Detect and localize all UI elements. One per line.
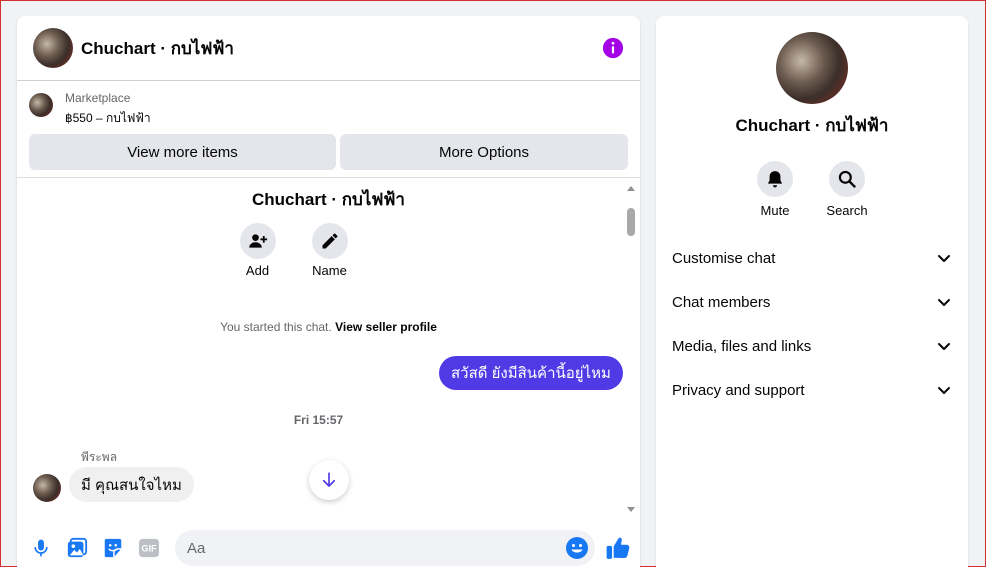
image-icon[interactable] [65,536,89,560]
chat-panel: Chuchart · กบไฟฟ้า Marketplace ฿550 – กบ… [17,16,640,567]
add-action[interactable]: Add [239,223,276,278]
add-person-icon[interactable] [239,223,276,259]
chevron-down-icon [938,299,950,306]
media-files-links-label: Media, files and links [672,337,812,355]
add-label: Add [245,263,270,278]
chat-started-notice: You started this chat. View seller profi… [17,320,640,334]
privacy-support-label: Privacy and support [672,381,805,399]
mute-label: Mute [760,203,790,218]
view-more-items-button[interactable]: View more items [29,134,336,170]
sender-avatar[interactable] [33,474,61,502]
customise-chat-item[interactable]: Customise chat [664,236,960,280]
arrow-down-icon [322,472,336,487]
message-list[interactable]: Chuchart · กบไฟฟ้า Add Name You started … [17,178,640,516]
chat-title[interactable]: Chuchart · กบไฟฟ้า [81,35,602,62]
emoji-icon[interactable] [565,536,589,560]
listing-price[interactable]: ฿550 – กบไฟฟ้า [65,109,151,128]
chevron-down-icon [938,343,950,350]
listing-thumbnail[interactable] [29,93,53,117]
conversation-title: Chuchart · กบไฟฟ้า [252,190,405,209]
message-scrollbar[interactable] [626,186,636,512]
marketplace-label: Marketplace [65,91,131,105]
gif-label: GIF [141,544,157,554]
chevron-down-icon [938,387,950,394]
conversation-actions: Add Name [17,223,640,278]
message-input-wrapper[interactable] [175,530,595,566]
search-action[interactable]: Search [826,161,868,218]
view-seller-profile-link[interactable]: View seller profile [335,320,437,334]
thumbs-up-icon[interactable] [605,535,631,561]
privacy-support-item[interactable]: Privacy and support [664,368,960,412]
gif-icon[interactable]: GIF [137,536,161,560]
chat-avatar[interactable] [33,28,73,68]
pencil-icon[interactable] [311,223,348,259]
conversation-details-panel: Chuchart · กบไฟฟ้า Mute Search Customise… [656,16,968,567]
bell-icon[interactable] [757,161,793,197]
search-label: Search [826,203,868,218]
message-composer: GIF [17,528,640,567]
name-label: Name [312,263,347,278]
details-menu: Customise chat Chat members Media, files… [664,236,960,412]
incoming-message[interactable]: มี คุณสนใจไหม [69,467,194,502]
info-icon[interactable] [602,37,624,59]
profile-name[interactable]: Chuchart · กบไฟฟ้า [656,112,968,139]
sticker-icon[interactable] [101,536,125,560]
scroll-to-bottom-button[interactable] [309,460,349,500]
search-icon[interactable] [829,161,865,197]
chat-started-text: You started this chat. [220,320,332,334]
message-input[interactable] [187,539,547,557]
scrollbar-thumb[interactable] [627,208,635,236]
chevron-down-icon [938,255,950,262]
sender-name: พีระพล [81,450,118,464]
mute-action[interactable]: Mute [756,161,794,218]
name-action[interactable]: Name [311,223,348,278]
customise-chat-label: Customise chat [672,249,776,267]
microphone-icon[interactable] [29,536,53,560]
marketplace-listing: Marketplace ฿550 – กบไฟฟ้า View more ite… [17,81,640,178]
profile-avatar[interactable] [776,32,848,104]
media-files-links-item[interactable]: Media, files and links [664,324,960,368]
message-timestamp: Fri 15:57 [293,413,344,427]
chat-members-item[interactable]: Chat members [664,280,960,324]
profile-actions: Mute Search [756,161,868,218]
scroll-down-arrow-icon[interactable] [627,507,635,512]
chat-header: Chuchart · กบไฟฟ้า [17,16,640,81]
chat-members-label: Chat members [672,293,771,311]
outgoing-message[interactable]: สวัสดี ยังมีสินค้านี้อยู่ไหม [439,356,623,390]
scroll-up-arrow-icon[interactable] [627,186,635,191]
more-options-button[interactable]: More Options [340,134,628,170]
